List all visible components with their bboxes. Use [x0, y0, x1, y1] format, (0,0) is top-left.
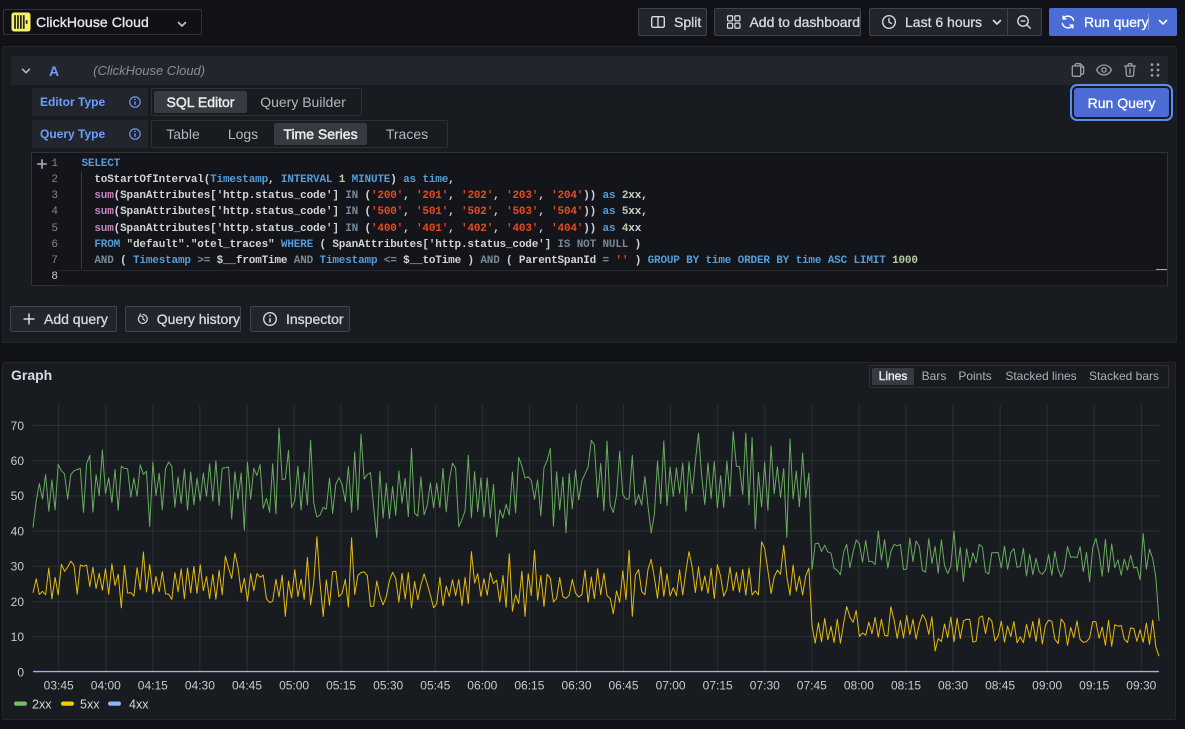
- svg-text:40: 40: [11, 524, 25, 538]
- svg-text:4xx: 4xx: [129, 697, 149, 711]
- svg-text:09:00: 09:00: [1032, 679, 1062, 693]
- svg-text:05:00: 05:00: [279, 679, 309, 693]
- svg-text:09:15: 09:15: [1079, 679, 1109, 693]
- svg-text:04:45: 04:45: [232, 679, 262, 693]
- svg-text:20: 20: [11, 595, 25, 609]
- svg-text:07:30: 07:30: [750, 679, 780, 693]
- svg-text:06:45: 06:45: [608, 679, 638, 693]
- svg-text:05:15: 05:15: [326, 679, 356, 693]
- svg-text:09:30: 09:30: [1126, 679, 1156, 693]
- svg-text:07:45: 07:45: [797, 679, 827, 693]
- svg-text:60: 60: [11, 454, 25, 468]
- svg-text:06:30: 06:30: [561, 679, 591, 693]
- svg-text:30: 30: [11, 560, 25, 574]
- svg-text:03:45: 03:45: [44, 679, 74, 693]
- svg-text:06:00: 06:00: [467, 679, 497, 693]
- svg-text:04:15: 04:15: [138, 679, 168, 693]
- svg-text:08:15: 08:15: [891, 679, 921, 693]
- svg-text:08:30: 08:30: [938, 679, 968, 693]
- svg-text:10: 10: [11, 630, 25, 644]
- svg-text:04:00: 04:00: [91, 679, 121, 693]
- svg-text:50: 50: [11, 489, 25, 503]
- svg-text:05:30: 05:30: [373, 679, 403, 693]
- svg-text:07:15: 07:15: [703, 679, 733, 693]
- svg-text:70: 70: [11, 419, 25, 433]
- svg-text:2xx: 2xx: [32, 697, 52, 711]
- svg-text:04:30: 04:30: [185, 679, 215, 693]
- svg-text:0: 0: [17, 665, 24, 679]
- svg-text:07:00: 07:00: [656, 679, 686, 693]
- svg-text:05:45: 05:45: [420, 679, 450, 693]
- svg-text:08:00: 08:00: [844, 679, 874, 693]
- svg-text:06:15: 06:15: [514, 679, 544, 693]
- svg-text:5xx: 5xx: [80, 697, 100, 711]
- svg-text:08:45: 08:45: [985, 679, 1015, 693]
